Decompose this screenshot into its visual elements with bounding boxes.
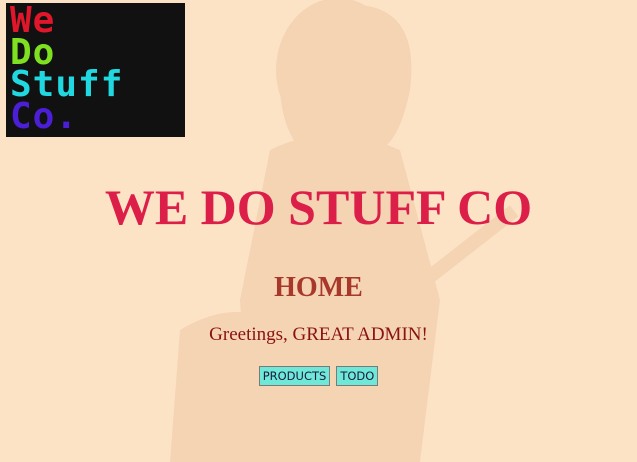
todo-button[interactable]: TODO [336,366,379,386]
logo-text-line-4: Co. [10,96,79,137]
site-title: WE DO STUFF CO [104,179,533,235]
company-logo: We Do Stuff Co. [6,3,185,137]
greeting-text: Greetings, GREAT ADMIN! [209,324,428,345]
page-heading: HOME [274,272,363,303]
nav-buttons: PRODUCTS TODO [0,366,637,386]
products-button[interactable]: PRODUCTS [258,366,331,386]
